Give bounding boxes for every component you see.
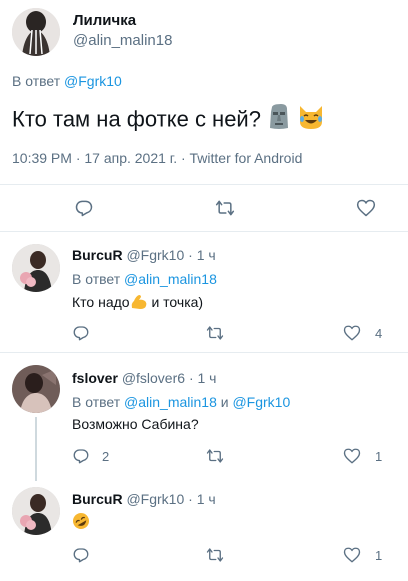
heart-icon <box>343 324 361 342</box>
reply-context: В ответ @alin_malin18 и @Fgrk10 <box>72 394 290 410</box>
rolling-on-floor-laughing-emoji <box>72 512 90 533</box>
like-count: 4 <box>375 325 383 341</box>
avatar[interactable] <box>12 8 60 56</box>
reply-button[interactable] <box>72 324 98 342</box>
reply-count: 2 <box>102 448 110 464</box>
tweet-header: BurcuR @Fgrk10 · 1 ч <box>72 491 216 507</box>
tweet-text-content: Кто там на фотке с ней? <box>12 106 261 132</box>
tweet-text-after: и точка) <box>147 294 204 311</box>
moai-emoji <box>267 104 291 137</box>
reply-tweet[interactable]: BurcuR @Fgrk10 · 1 ч 1 <box>0 479 408 581</box>
reply-prefix: В ответ <box>72 271 121 287</box>
avatar[interactable] <box>12 244 60 292</box>
reply-button[interactable] <box>72 546 98 564</box>
reply-context: В ответ @Fgrk10 <box>12 73 122 89</box>
main-tweet: Лиличка @alin_malin18 В ответ @Fgrk10 Кт… <box>0 0 408 232</box>
like-count: 1 <box>375 547 383 563</box>
flexed-biceps-emoji <box>130 294 148 313</box>
reply-to-link[interactable]: @alin_malin18 <box>124 394 217 410</box>
retweet-button[interactable] <box>205 546 225 564</box>
reply-button[interactable]: 2 <box>72 447 109 465</box>
tweet-header: BurcuR @Fgrk10 · 1 ч <box>72 247 216 263</box>
author-handle[interactable]: @alin_malin18 <box>73 32 172 49</box>
tweet-time[interactable]: · 1 ч <box>188 491 216 507</box>
retweet-icon <box>205 546 225 564</box>
retweet-button[interactable] <box>214 198 236 218</box>
tweet-text <box>72 512 90 533</box>
tweet-text-before: Кто надо <box>72 294 130 311</box>
reply-to-link[interactable]: @Fgrk10 <box>64 73 122 89</box>
tweet-actions <box>0 184 408 232</box>
retweet-icon <box>205 324 225 342</box>
tweet-text: Возможно Сабина? <box>72 416 199 432</box>
like-count: 1 <box>375 448 383 464</box>
reply-icon <box>72 546 90 564</box>
author-name[interactable]: fslover <box>72 370 118 386</box>
avatar[interactable] <box>12 365 60 413</box>
reply-and: и <box>216 394 233 410</box>
thread-line <box>35 417 37 481</box>
retweet-icon <box>214 198 236 218</box>
retweet-icon <box>205 447 225 465</box>
heart-icon <box>343 447 361 465</box>
reply-icon <box>74 198 94 218</box>
reply-to-link-2[interactable]: @Fgrk10 <box>232 394 290 410</box>
reply-prefix: В ответ <box>12 73 61 89</box>
reply-tweet[interactable]: fslover @fslover6 · 1 ч В ответ @alin_ma… <box>0 353 408 481</box>
retweet-button[interactable] <box>205 447 225 465</box>
like-button[interactable]: 1 <box>343 447 382 465</box>
retweet-button[interactable] <box>205 324 225 342</box>
tweet-time[interactable]: · 1 ч <box>189 370 217 386</box>
author-handle[interactable]: @fslover6 <box>122 370 185 386</box>
tweet-timestamp[interactable]: 10:39 PM · 17 апр. 2021 г. · Twitter for… <box>12 150 302 166</box>
avatar[interactable] <box>12 487 60 535</box>
reply-button[interactable] <box>74 198 94 218</box>
tweet-text: Кто надо и точка) <box>72 294 203 313</box>
tweet-header: fslover @fslover6 · 1 ч <box>72 370 216 386</box>
heart-icon <box>356 198 376 218</box>
author-handle[interactable]: @Fgrk10 <box>126 491 184 507</box>
heart-icon <box>343 546 361 564</box>
reply-context: В ответ @alin_malin18 <box>72 271 217 287</box>
like-button[interactable] <box>356 198 376 218</box>
like-button[interactable]: 4 <box>343 324 382 342</box>
like-button[interactable]: 1 <box>343 546 382 564</box>
cat-tears-of-joy-emoji <box>297 104 325 137</box>
reply-tweet[interactable]: BurcuR @Fgrk10 · 1 ч В ответ @alin_malin… <box>0 232 408 350</box>
reply-prefix: В ответ <box>72 394 121 410</box>
author-name[interactable]: Лиличка <box>73 12 136 29</box>
reply-to-link[interactable]: @alin_malin18 <box>124 271 217 287</box>
tweet-text: Кто там на фотке с ней? <box>12 104 325 137</box>
author-name[interactable]: BurcuR <box>72 491 123 507</box>
reply-icon <box>72 324 90 342</box>
author-name[interactable]: BurcuR <box>72 247 123 263</box>
tweet-time[interactable]: · 1 ч <box>188 247 216 263</box>
author-handle[interactable]: @Fgrk10 <box>126 247 184 263</box>
reply-icon <box>72 447 90 465</box>
